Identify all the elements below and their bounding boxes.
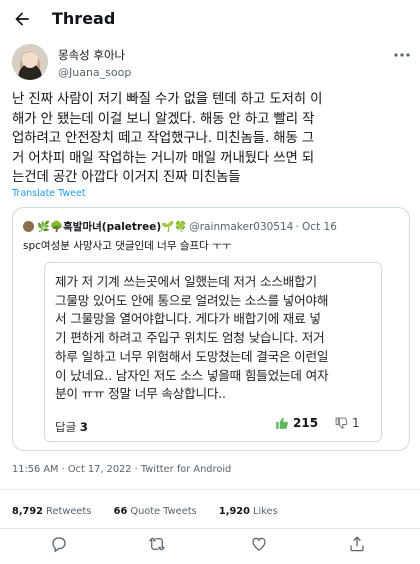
tweet-stats: 8,792 Retweets 66 Quote Tweets 1,920 Lik…: [12, 506, 278, 517]
quoted-author-handle[interactable]: @rainmaker030514: [189, 221, 293, 233]
likes-count: 1,920: [218, 506, 250, 517]
quotes-count: 66: [113, 506, 128, 517]
retweet-icon[interactable]: [148, 535, 166, 553]
quotes-label: Quote Tweets: [130, 506, 197, 517]
author-handle[interactable]: @Juana_soop: [58, 66, 131, 79]
tweet-text-line: 해가 안 됐는데 이걸 보니 알겠다. 해동 안 하고 빨리 작: [12, 111, 315, 127]
avatar[interactable]: [12, 44, 48, 80]
arrow-left-icon[interactable]: [12, 9, 32, 29]
likes-stat[interactable]: 1,920 Likes: [219, 506, 278, 517]
like-count: 215: [293, 416, 319, 430]
comment-reply-count: 답글 3: [55, 419, 88, 435]
comment-line: 제가 저 기계 쓰는곳에서 일했는데 저거 소스배합기: [55, 274, 317, 289]
tweet-timestamp[interactable]: 11:56 AM · Oct 17, 2022 · Twitter for An…: [12, 464, 231, 475]
quotes-stat[interactable]: 66 Quote Tweets: [114, 506, 197, 517]
comment-text: 제가 저 기계 쓰는곳에서 일했는데 저거 소스배합기 그물망 있어도 안에 통…: [55, 273, 329, 404]
quoted-tweet-header: 🌿🌳흑발마녀(paletree)🌱🍀 @rainmaker030514 · Oc…: [23, 219, 337, 234]
comment-line: 서 그물망을 열어야합니다. 게다가 배합기에 재료 넣: [55, 311, 321, 327]
comment-line: 분이 ㅠㅠ 정말 너무 속상합니다..: [55, 386, 226, 402]
quoted-author-name[interactable]: 🌿🌳흑발마녀(paletree)🌱🍀: [37, 219, 187, 234]
thread-header: Thread: [0, 0, 420, 38]
quoted-tweet-text: spc여성분 사망사고 댓글인데 너무 슬프다 ㅜㅜ: [23, 240, 232, 252]
reply-icon[interactable]: [50, 535, 68, 553]
tweet-text-line: 업하려고 안전장치 떼고 작업했구나. 미친놈들. 해동 그: [12, 131, 315, 146]
likes-label: Likes: [253, 506, 278, 517]
comment-dislike: 1: [335, 416, 360, 430]
tweet-text-line: 거 어차피 매일 작업하는 거니까 매일 꺼내뒀다 쓰면 되: [12, 150, 315, 166]
retweets-count: 8,792: [12, 506, 43, 517]
dislike-count: 1: [352, 416, 360, 430]
author-display-name[interactable]: 몽속성 후아나: [58, 47, 131, 63]
thumbs-down-icon: [335, 417, 348, 429]
retweets-stat[interactable]: 8,792 Retweets: [12, 506, 91, 517]
tweet-text: 난 진짜 사람이 저기 빠질 수가 없을 텐데 하고 도저히 이 해가 안 됐는…: [12, 90, 412, 188]
comment-line: 기 편하게 하려고 주입구 위치도 엄청 낮습니다. 저거: [55, 330, 325, 346]
tweet-author[interactable]: 몽속성 후아나 @Juana_soop: [12, 44, 131, 80]
share-icon[interactable]: [348, 535, 366, 553]
retweets-label: Retweets: [46, 506, 92, 517]
comment-line: 그물망 있어도 안에 통으로 얼려있는 소스를 넣어야해: [55, 292, 329, 308]
tweet-text-line: 는건데 공간 아깝다 이거지 진짜 미친놈들: [12, 170, 241, 185]
reply-label: 답글: [55, 420, 77, 434]
reply-count-value: 3: [79, 420, 88, 434]
divider: [0, 489, 420, 490]
comment-like: 215: [275, 416, 318, 430]
tweet-actions: [0, 532, 420, 558]
divider: [0, 528, 420, 529]
comment-screenshot-image[interactable]: 제가 저 기계 쓰는곳에서 일했는데 저거 소스배합기 그물망 있어도 안에 통…: [44, 262, 382, 442]
tweet-text-line: 난 진짜 사람이 저기 빠질 수가 없을 텐데 하고 도저히 이: [12, 92, 323, 107]
comment-line: 이 났네요.. 남자인 저도 소스 넣을때 힘들었는데 여자: [55, 367, 329, 383]
translate-tweet-link[interactable]: Translate Tweet: [12, 188, 86, 199]
thumbs-up-icon: [276, 417, 288, 429]
quoted-tweet[interactable]: 🌿🌳흑발마녀(paletree)🌱🍀 @rainmaker030514 · Oc…: [12, 207, 410, 451]
more-options-icon[interactable]: [394, 52, 410, 58]
page-title: Thread: [52, 9, 116, 28]
quoted-date: · Oct 16: [295, 220, 337, 233]
comment-line: 하루 일하고 너무 위험해서 도망쳤는데 결국은 이런일: [55, 348, 329, 364]
quoted-avatar[interactable]: [23, 221, 34, 232]
like-icon[interactable]: [250, 535, 268, 553]
